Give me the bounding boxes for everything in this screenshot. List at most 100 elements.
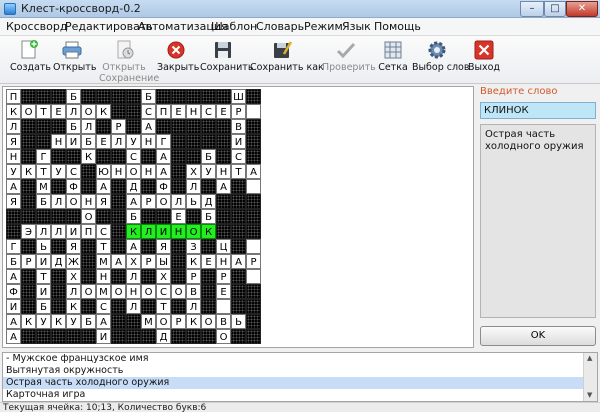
- crossword-cell[interactable]: М: [96, 284, 111, 299]
- close-button[interactable]: Закрыть: [157, 38, 199, 82]
- crossword-cell[interactable]: У: [6, 164, 21, 179]
- crossword-cell[interactable]: Л: [6, 119, 21, 134]
- crossword-cell[interactable]: Б: [66, 119, 81, 134]
- crossword-cell[interactable]: О: [141, 284, 156, 299]
- crossword-cell[interactable]: П: [6, 89, 21, 104]
- list-item[interactable]: Вытянутая окружность: [3, 365, 583, 377]
- crossword-cell[interactable]: Е: [96, 134, 111, 149]
- crossword-cell[interactable]: Е: [216, 284, 231, 299]
- crossword-cell[interactable]: Л: [36, 224, 51, 239]
- crossword-cell[interactable]: Ы: [156, 254, 171, 269]
- crossword-cell[interactable]: П: [156, 104, 171, 119]
- crossword-cell[interactable]: Т: [36, 104, 51, 119]
- crossword-cell[interactable]: К: [186, 254, 201, 269]
- check-button[interactable]: Проверить: [322, 38, 376, 82]
- crossword-cell[interactable]: Э: [21, 224, 36, 239]
- menu-help[interactable]: Помощь: [374, 20, 421, 33]
- maximize-button[interactable]: □: [544, 1, 566, 17]
- menu-mode[interactable]: Режим: [304, 20, 343, 33]
- crossword-cell[interactable]: В: [216, 314, 231, 329]
- crossword-cell[interactable]: С: [66, 164, 81, 179]
- crossword-cell[interactable]: А: [156, 149, 171, 164]
- crossword-cell[interactable]: Н: [81, 194, 96, 209]
- scroll-down-arrow-icon[interactable]: ▼: [587, 391, 592, 399]
- crossword-cell[interactable]: О: [201, 314, 216, 329]
- crossword-cell[interactable]: З: [186, 239, 201, 254]
- crossword-cell[interactable]: Ц: [216, 239, 231, 254]
- crossword-cell[interactable]: К: [51, 314, 66, 329]
- menu-template[interactable]: Шаблон: [211, 20, 257, 33]
- crossword-cell[interactable]: Л: [51, 194, 66, 209]
- crossword-cell[interactable]: Н: [126, 284, 141, 299]
- crossword-cell[interactable]: И: [231, 134, 246, 149]
- crossword-cell[interactable]: С: [96, 224, 111, 239]
- save-as-button[interactable]: Сохранить как: [250, 38, 324, 82]
- exit-button[interactable]: Выход: [466, 38, 502, 82]
- crossword-cell[interactable]: И: [36, 284, 51, 299]
- crossword-cell[interactable]: Е: [216, 104, 231, 119]
- crossword-cell[interactable]: О: [156, 194, 171, 209]
- crossword-cell[interactable]: В: [186, 284, 201, 299]
- crossword-cell[interactable]: Д: [126, 179, 141, 194]
- crossword-cell[interactable]: К: [81, 149, 96, 164]
- close-window-button[interactable]: ✕: [566, 1, 598, 17]
- crossword-cell[interactable]: К: [66, 299, 81, 314]
- crossword-cell[interactable]: Г: [6, 239, 21, 254]
- crossword-cell[interactable]: Х: [66, 269, 81, 284]
- crossword-cell[interactable]: Н: [51, 134, 66, 149]
- ok-button[interactable]: OK: [480, 326, 596, 346]
- crossword-cell[interactable]: Ш: [231, 89, 246, 104]
- crossword-cell[interactable]: Д: [201, 194, 216, 209]
- crossword-cell[interactable]: М: [36, 179, 51, 194]
- crossword-cell[interactable]: И: [96, 329, 111, 344]
- crossword-cell[interactable]: А: [6, 179, 21, 194]
- crossword-cell[interactable]: Ж: [66, 254, 81, 269]
- open-button[interactable]: Открыть: [53, 38, 96, 82]
- crossword-cell[interactable]: Ь: [36, 239, 51, 254]
- clue-list-scrollbar[interactable]: ▲ ▼: [583, 353, 597, 401]
- crossword-cell[interactable]: Г: [36, 149, 51, 164]
- crossword-cell[interactable]: Д: [156, 329, 171, 344]
- crossword-cell[interactable]: Е: [201, 254, 216, 269]
- menu-language[interactable]: Язык: [342, 20, 371, 33]
- crossword-cell[interactable]: А: [246, 164, 261, 179]
- crossword-cell-selected[interactable]: О: [186, 224, 201, 239]
- crossword-cell[interactable]: С: [231, 149, 246, 164]
- crossword-cell[interactable]: Р: [216, 269, 231, 284]
- crossword-cell[interactable]: Ф: [6, 284, 21, 299]
- crossword-cell[interactable]: О: [216, 329, 231, 344]
- crossword-cell[interactable]: Е: [171, 104, 186, 119]
- crossword-cell[interactable]: Р: [141, 254, 156, 269]
- crossword-cell[interactable]: А: [111, 254, 126, 269]
- crossword-cell[interactable]: Т: [231, 164, 246, 179]
- crossword-cell[interactable]: [246, 104, 261, 119]
- crossword-cell[interactable]: Б: [6, 254, 21, 269]
- crossword-cell[interactable]: А: [126, 239, 141, 254]
- crossword-cell[interactable]: Л: [81, 119, 96, 134]
- crossword-cell[interactable]: Б: [66, 89, 81, 104]
- crossword-cell[interactable]: А: [96, 179, 111, 194]
- crossword-cell[interactable]: Л: [66, 104, 81, 119]
- crossword-cell[interactable]: Х: [126, 254, 141, 269]
- word-input[interactable]: КЛИНОК: [480, 102, 596, 119]
- crossword-cell[interactable]: Б: [81, 134, 96, 149]
- crossword-cell[interactable]: Я: [6, 134, 21, 149]
- crossword-cell[interactable]: Я: [6, 194, 21, 209]
- crossword-cell[interactable]: Д: [51, 254, 66, 269]
- crossword-cell[interactable]: [246, 269, 261, 284]
- list-item-selected[interactable]: Острая часть холодного оружия: [3, 377, 583, 389]
- crossword-cell[interactable]: Я: [96, 194, 111, 209]
- crossword-cell[interactable]: И: [6, 299, 21, 314]
- minimize-button[interactable]: –: [520, 1, 544, 17]
- crossword-cell[interactable]: А: [6, 329, 21, 344]
- crossword-cell[interactable]: И: [66, 224, 81, 239]
- crossword-cell[interactable]: Р: [21, 254, 36, 269]
- scroll-up-arrow-icon[interactable]: ▲: [587, 354, 592, 362]
- crossword-cell[interactable]: [246, 239, 261, 254]
- crossword-cell[interactable]: Н: [141, 164, 156, 179]
- crossword-cell[interactable]: А: [156, 164, 171, 179]
- crossword-cell[interactable]: А: [6, 269, 21, 284]
- crossword-cell[interactable]: Р: [141, 194, 156, 209]
- crossword-cell[interactable]: Л: [126, 269, 141, 284]
- crossword-cell[interactable]: Р: [186, 269, 201, 284]
